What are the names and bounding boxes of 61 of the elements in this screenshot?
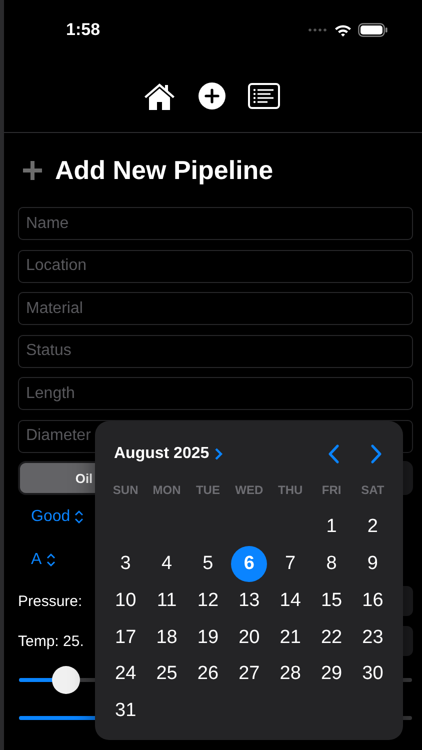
up-down-chevron-icon — [46, 552, 56, 566]
weekday-label: THU — [277, 482, 304, 500]
calendar-day[interactable]: 21 — [272, 620, 308, 656]
calendar-day[interactable]: 11 — [148, 582, 185, 619]
calendar-day[interactable]: 29 — [314, 656, 350, 692]
calendar-day[interactable]: 22 — [314, 620, 350, 656]
calendar-day[interactable]: 15 — [314, 582, 350, 619]
calendar-day[interactable]: 16 — [354, 582, 391, 619]
calendar-day[interactable]: 9 — [354, 546, 391, 582]
calendar-day[interactable]: 8 — [314, 546, 350, 582]
input-field[interactable]: Name — [18, 207, 413, 240]
calendar-day[interactable]: 7 — [272, 546, 308, 582]
battery-icon — [358, 23, 388, 37]
input-field[interactable]: Location — [18, 250, 413, 282]
calendar-day[interactable]: 24 — [108, 656, 144, 692]
calendar-day[interactable]: 5 — [190, 546, 226, 582]
weekday-label: MON — [152, 482, 182, 500]
calendar-day[interactable]: 23 — [354, 620, 391, 656]
calendar-day[interactable]: 4 — [148, 546, 185, 582]
calendar-day[interactable]: 14 — [272, 582, 308, 619]
input-field[interactable]: Status — [18, 334, 413, 368]
calendar-day[interactable]: 30 — [354, 656, 391, 692]
home-icon[interactable] — [142, 82, 176, 110]
calendar-day[interactable]: 27 — [231, 656, 268, 692]
month-button[interactable]: August 2025 — [114, 445, 224, 463]
calendar-day[interactable]: 26 — [190, 656, 226, 692]
previous-month-icon[interactable] — [327, 444, 340, 464]
add-circle-icon[interactable] — [198, 82, 226, 110]
calendar-day[interactable]: 1 — [314, 509, 350, 546]
weekday-label: FRI — [320, 482, 342, 500]
status-time: 1:58 — [66, 20, 100, 40]
calendar-day[interactable]: 17 — [108, 620, 144, 656]
input-field[interactable]: Material — [18, 292, 413, 325]
calendar-day[interactable]: 18 — [148, 620, 185, 656]
up-down-chevron-icon — [74, 510, 84, 524]
calendar-day[interactable]: 25 — [148, 656, 185, 692]
list-icon[interactable] — [248, 83, 280, 109]
input-field[interactable]: Length — [18, 377, 413, 410]
next-month-icon[interactable] — [370, 444, 383, 464]
chevron-right-icon — [214, 447, 224, 461]
reading-label: Temp: 25. — [18, 632, 84, 650]
weekday-label: WED — [234, 482, 264, 500]
picker-button[interactable]: A — [18, 550, 56, 568]
plus-icon — [22, 160, 43, 180]
weekday-label: SAT — [360, 482, 386, 500]
calendar-day[interactable]: 20 — [231, 620, 268, 656]
calendar-day[interactable]: 19 — [190, 620, 226, 656]
wifi-icon — [334, 24, 352, 36]
calendar-day[interactable]: 6 — [231, 546, 268, 582]
page-title: Add New Pipeline — [55, 154, 274, 186]
calendar-day[interactable]: 31 — [108, 693, 144, 730]
weekday-label: TUE — [194, 482, 221, 500]
calendar-day[interactable]: 3 — [108, 546, 144, 582]
picker-button[interactable]: Good — [18, 508, 84, 526]
reading-label: Pressure: — [18, 592, 82, 610]
calendar-day[interactable]: 10 — [108, 582, 144, 619]
calendar-day[interactable]: 28 — [272, 656, 308, 692]
calendar-day[interactable]: 12 — [190, 582, 226, 619]
signal-icon — [308, 28, 328, 32]
calendar-day[interactable]: 13 — [231, 582, 268, 619]
calendar-day[interactable]: 2 — [354, 509, 391, 546]
